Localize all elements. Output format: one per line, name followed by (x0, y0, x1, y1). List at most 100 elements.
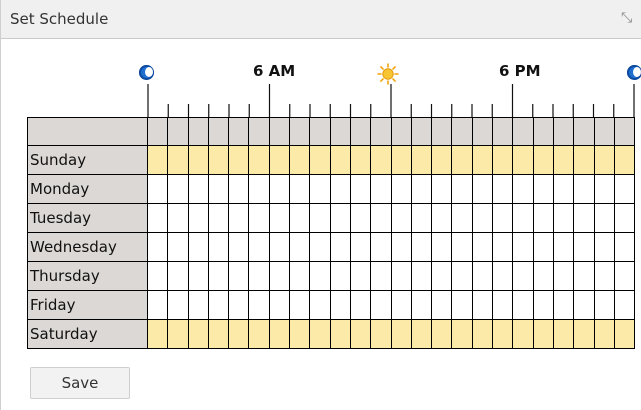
hour-slot-cell[interactable] (593, 174, 615, 204)
hour-slot-cell[interactable] (329, 145, 351, 175)
hour-slot-cell[interactable] (329, 203, 351, 233)
hour-slot-cell[interactable] (289, 203, 311, 233)
hour-slot-cell[interactable] (492, 290, 514, 320)
hour-slot-cell[interactable] (329, 232, 351, 262)
hour-slot-cell[interactable] (248, 290, 270, 320)
hour-header-cell[interactable] (552, 117, 575, 146)
hour-slot-cell[interactable] (349, 261, 372, 291)
hour-slot-cell[interactable] (248, 232, 270, 262)
hour-slot-cell[interactable] (228, 232, 250, 262)
hour-slot-cell[interactable] (532, 261, 554, 291)
hour-slot-cell[interactable] (492, 203, 514, 233)
hour-slot-cell[interactable] (207, 290, 230, 320)
hour-slot-cell[interactable] (390, 232, 412, 262)
hour-slot-cell[interactable] (492, 174, 514, 204)
hour-slot-cell[interactable] (268, 261, 291, 291)
hour-slot-cell[interactable] (471, 145, 494, 175)
hour-slot-cell[interactable] (167, 261, 189, 291)
hour-slot-cell[interactable] (207, 203, 230, 233)
day-label[interactable]: Tuesday (27, 203, 148, 233)
hour-header-cell[interactable] (390, 117, 412, 146)
hour-slot-cell[interactable] (471, 174, 494, 204)
hour-slot-cell[interactable] (390, 145, 412, 175)
hour-slot-cell[interactable] (451, 232, 473, 262)
hour-slot-cell[interactable] (370, 145, 392, 175)
hour-slot-cell[interactable] (228, 319, 250, 349)
hour-slot-cell[interactable] (167, 145, 189, 175)
hour-slot-cell[interactable] (410, 319, 433, 349)
hour-slot-cell[interactable] (349, 319, 372, 349)
hour-slot-cell[interactable] (228, 174, 250, 204)
hour-header-cell[interactable] (512, 117, 534, 146)
hour-slot-cell[interactable] (349, 145, 372, 175)
hour-slot-cell[interactable] (451, 290, 473, 320)
hour-header-cell[interactable] (268, 117, 291, 146)
hour-header-cell[interactable] (289, 117, 311, 146)
hour-slot-cell[interactable] (431, 145, 453, 175)
hour-slot-cell[interactable] (187, 261, 209, 291)
hour-slot-cell[interactable] (451, 319, 473, 349)
hour-slot-cell[interactable] (451, 145, 473, 175)
hour-slot-cell[interactable] (248, 203, 270, 233)
hour-header-cell[interactable] (146, 117, 169, 146)
hour-slot-cell[interactable] (512, 145, 534, 175)
hour-header-cell[interactable] (593, 117, 615, 146)
hour-slot-cell[interactable] (613, 232, 636, 262)
hour-slot-cell[interactable] (146, 232, 169, 262)
hour-slot-cell[interactable] (167, 203, 189, 233)
hour-slot-cell[interactable] (370, 203, 392, 233)
hour-slot-cell[interactable] (492, 261, 514, 291)
hour-slot-cell[interactable] (248, 174, 270, 204)
hour-header-cell[interactable] (431, 117, 453, 146)
hour-slot-cell[interactable] (146, 261, 169, 291)
hour-slot-cell[interactable] (248, 319, 270, 349)
hour-slot-cell[interactable] (431, 203, 453, 233)
hour-slot-cell[interactable] (492, 232, 514, 262)
hour-header-cell[interactable] (228, 117, 250, 146)
hour-slot-cell[interactable] (431, 319, 453, 349)
hour-slot-cell[interactable] (552, 145, 575, 175)
hour-slot-cell[interactable] (512, 319, 534, 349)
hour-header-cell[interactable] (167, 117, 189, 146)
hour-header-cell[interactable] (309, 117, 331, 146)
hour-slot-cell[interactable] (512, 290, 534, 320)
hour-slot-cell[interactable] (228, 290, 250, 320)
hour-header-cell[interactable] (532, 117, 554, 146)
hour-slot-cell[interactable] (613, 261, 636, 291)
hour-slot-cell[interactable] (410, 145, 433, 175)
hour-header-cell[interactable] (248, 117, 270, 146)
hour-slot-cell[interactable] (471, 290, 494, 320)
hour-slot-cell[interactable] (207, 261, 230, 291)
hour-slot-cell[interactable] (370, 174, 392, 204)
hour-slot-cell[interactable] (248, 261, 270, 291)
hour-slot-cell[interactable] (410, 261, 433, 291)
hour-slot-cell[interactable] (532, 174, 554, 204)
hour-slot-cell[interactable] (431, 290, 453, 320)
hour-slot-cell[interactable] (390, 261, 412, 291)
hour-slot-cell[interactable] (552, 290, 575, 320)
hour-slot-cell[interactable] (431, 232, 453, 262)
hour-slot-cell[interactable] (593, 319, 615, 349)
hour-slot-cell[interactable] (451, 261, 473, 291)
hour-slot-cell[interactable] (370, 261, 392, 291)
hour-slot-cell[interactable] (410, 174, 433, 204)
hour-slot-cell[interactable] (309, 203, 331, 233)
hour-slot-cell[interactable] (289, 261, 311, 291)
hour-slot-cell[interactable] (573, 232, 595, 262)
hour-slot-cell[interactable] (207, 232, 230, 262)
hour-slot-cell[interactable] (187, 174, 209, 204)
close-icon[interactable]: ⤡ (621, 10, 632, 26)
hour-slot-cell[interactable] (370, 319, 392, 349)
hour-header-cell[interactable] (410, 117, 433, 146)
hour-slot-cell[interactable] (207, 319, 230, 349)
hour-slot-cell[interactable] (187, 203, 209, 233)
hour-slot-cell[interactable] (613, 319, 636, 349)
hour-slot-cell[interactable] (492, 319, 514, 349)
hour-slot-cell[interactable] (268, 174, 291, 204)
hour-slot-cell[interactable] (268, 232, 291, 262)
hour-slot-cell[interactable] (532, 290, 554, 320)
hour-slot-cell[interactable] (228, 145, 250, 175)
day-label[interactable]: Saturday (27, 319, 148, 349)
hour-slot-cell[interactable] (329, 319, 351, 349)
hour-slot-cell[interactable] (552, 174, 575, 204)
